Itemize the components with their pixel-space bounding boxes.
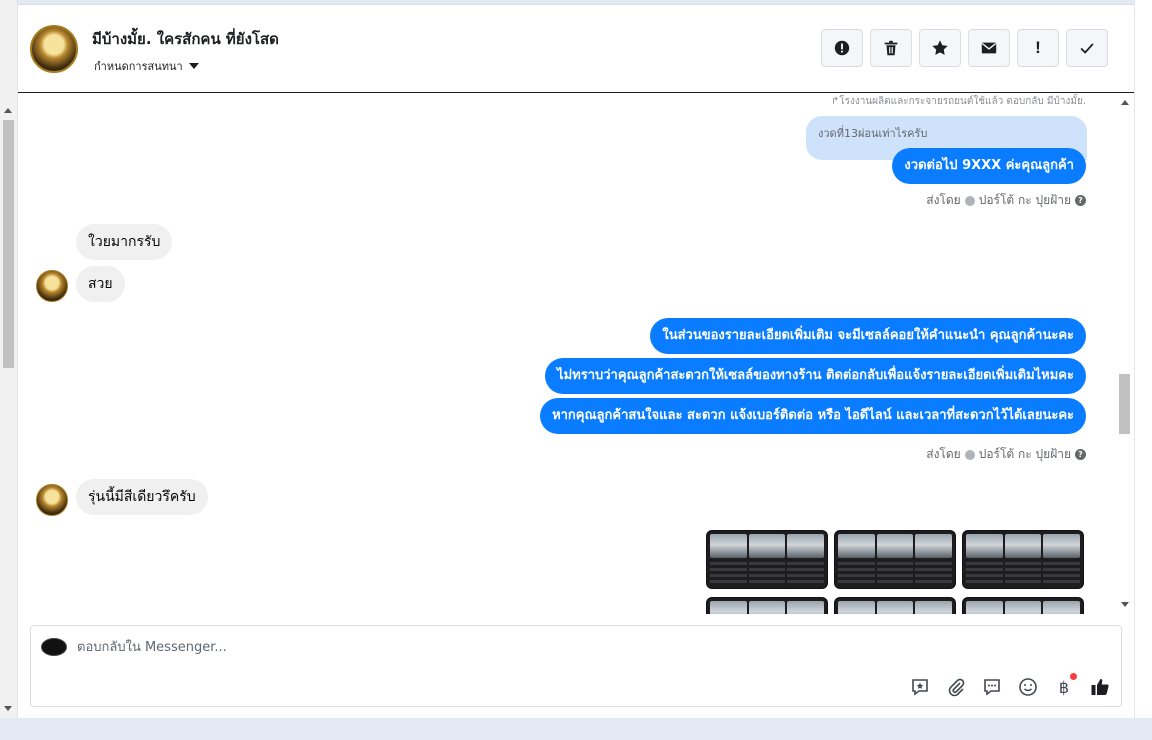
conversation-panel: มีบ้างมั้ย. ใครสักคน ที่ยังโสด กำหนดการส… [18, 4, 1134, 718]
delete-button[interactable] [870, 29, 912, 67]
payment-icon: ฿ [1058, 677, 1070, 697]
sent-by-prefix: ส่งโดย [926, 447, 961, 461]
agent-icon [964, 449, 975, 460]
image-attachment[interactable] [962, 530, 1084, 589]
notification-dot [1070, 673, 1077, 680]
saved-reply-icon [912, 679, 928, 696]
outgoing-message[interactable]: ในส่วนของรายละเอียดเพิ่มเติม จะมีเซลล์คอ… [650, 318, 1086, 354]
reply-composer: ฿ [30, 625, 1122, 707]
caret-down-icon [188, 63, 199, 69]
image-attachment[interactable] [706, 530, 828, 589]
page-scrollbar[interactable] [0, 0, 18, 718]
outgoing-message[interactable]: หากคุณลูกค้าสนใจและ สะดวก แจ้งเบอร์ติดต่… [540, 398, 1086, 434]
reply-context-note: ↱โรงงานผลิตและกระจายรถยนต์ใช้แล้ว ตอบกลั… [830, 96, 1086, 107]
emoji-button[interactable] [1017, 676, 1039, 698]
star-icon [932, 40, 948, 55]
payment-button[interactable]: ฿ [1053, 673, 1077, 698]
sent-by-label: ส่งโดย ปอร์โต้ กะ ปุยฝ้าย ? [926, 191, 1086, 210]
incoming-message[interactable]: ใวยมากรรับ [76, 224, 173, 260]
chat-button[interactable] [981, 676, 1003, 698]
image-attachment[interactable] [834, 530, 956, 589]
scroll-down-arrow-icon[interactable] [1121, 602, 1129, 607]
chat-icon [984, 679, 1000, 696]
composer-tools: ฿ [909, 673, 1111, 698]
bottom-band [0, 718, 1152, 740]
scroll-up-arrow-icon[interactable] [4, 108, 12, 113]
message-input[interactable] [77, 636, 677, 658]
trash-icon [884, 40, 898, 56]
saved-reply-button[interactable] [909, 676, 931, 698]
thread-scrollbar[interactable] [1116, 94, 1134, 614]
incoming-message[interactable]: สวย [76, 266, 125, 302]
sent-by-name: ปอร์โต้ กะ ปุยฝ้าย [978, 447, 1071, 461]
spam-icon [834, 40, 850, 56]
sent-by-label: ส่งโดย ปอร์โต้ กะ ปุยฝ้าย ? [926, 445, 1086, 464]
agent-icon [964, 195, 975, 206]
right-edge [1134, 0, 1152, 718]
attachment-icon [948, 678, 965, 697]
mark-spam-button[interactable] [821, 29, 863, 67]
conversation-header: มีบ้างมั้ย. ใครสักคน ที่ยังโสด กำหนดการส… [18, 5, 1134, 93]
sent-by-prefix: ส่งโดย [926, 193, 961, 207]
message-thread[interactable]: ↱โรงงานผลิตและกระจายรถยนต์ใช้แล้ว ตอบกลั… [18, 94, 1134, 614]
check-icon [1080, 43, 1094, 54]
header-actions: ! [821, 29, 1108, 67]
star-button[interactable] [919, 29, 961, 67]
image-attachment[interactable] [962, 597, 1084, 614]
assign-label: กำหนดการสนทนา [94, 60, 183, 73]
image-attachment[interactable] [834, 597, 956, 614]
like-button[interactable] [1089, 676, 1111, 698]
attach-button[interactable] [945, 676, 967, 698]
scroll-up-arrow-icon[interactable] [1121, 100, 1129, 105]
envelope-icon [981, 42, 997, 54]
scrollbar-thumb[interactable] [1119, 374, 1130, 434]
sent-by-name: ปอร์โต้ กะ ปุยฝ้าย [978, 193, 1071, 207]
outgoing-message[interactable]: ไม่ทราบว่าคุณลูกค้าสะดวกให้เซลล์ของทางร้… [545, 358, 1086, 394]
contact-avatar-small[interactable] [36, 484, 68, 516]
help-icon[interactable]: ? [1075, 449, 1086, 460]
image-attachment[interactable] [706, 597, 828, 614]
help-icon[interactable]: ? [1075, 195, 1086, 206]
outgoing-message[interactable]: งวดต่อไป 9XXX ค่ะคุณลูกค้า [892, 148, 1086, 184]
contact-name[interactable]: มีบ้างมั้ย. ใครสักคน ที่ยังโสด [92, 27, 279, 51]
scroll-down-arrow-icon[interactable] [4, 706, 12, 711]
follow-up-icon: ! [1035, 38, 1041, 57]
like-icon [1091, 679, 1109, 695]
mark-done-button[interactable] [1066, 29, 1108, 67]
incoming-message[interactable]: รุ่นนี้มีสีเดียวรึครับ [76, 479, 208, 515]
follow-up-button[interactable]: ! [1017, 29, 1059, 67]
contact-avatar[interactable] [30, 25, 78, 73]
emoji-icon [1019, 678, 1037, 696]
mark-unread-button[interactable] [968, 29, 1010, 67]
scrollbar-thumb[interactable] [3, 120, 14, 368]
page-logo [41, 638, 67, 656]
contact-avatar-small[interactable] [36, 270, 68, 302]
assign-conversation-dropdown[interactable]: กำหนดการสนทนา [94, 57, 199, 75]
